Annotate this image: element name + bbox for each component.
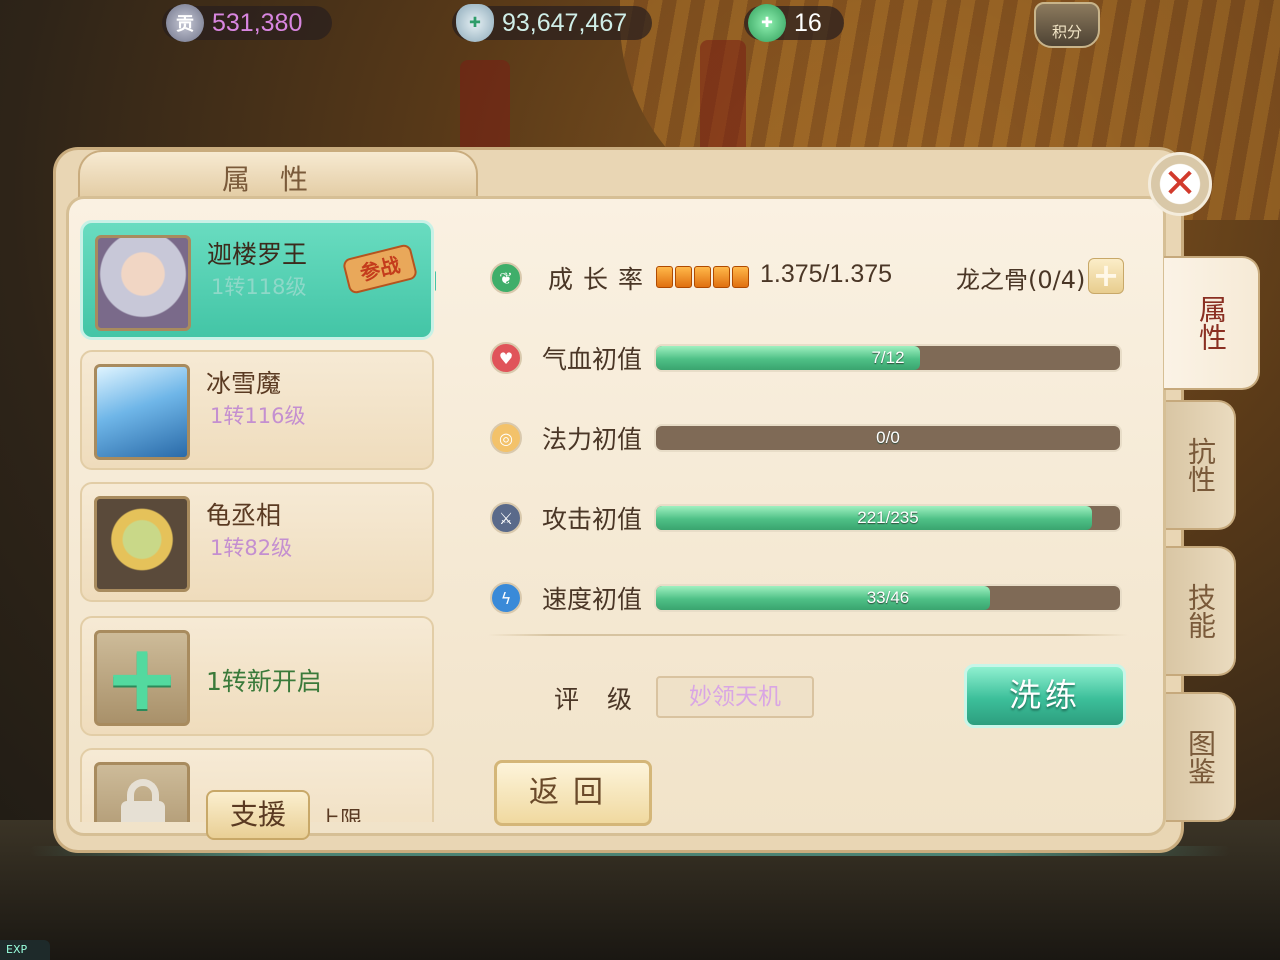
- pet-avatar-ice-demon: [94, 364, 190, 460]
- rating-value: 妙领天机: [656, 676, 814, 718]
- contribution-value: 531,380: [212, 8, 303, 37]
- add-dragon-bone-button[interactable]: +: [1088, 258, 1124, 294]
- stat-bar: 0/0: [654, 424, 1122, 452]
- pet-card-garuda[interactable]: 迦楼罗王 1转118级 参战: [80, 220, 436, 340]
- growth-pip: [656, 266, 673, 288]
- jade-coin-icon: ✚: [748, 4, 786, 42]
- stat-bar-value: 221/235: [857, 508, 919, 527]
- rating-label: 评级: [554, 685, 661, 714]
- sprout-icon: ❦: [490, 262, 522, 294]
- exp-tag: EXP: [0, 940, 50, 960]
- add-slot-icon: +: [94, 630, 190, 726]
- selected-arrow-icon: [435, 271, 436, 291]
- stat-row-atk: ⚔ 攻击初值 221/235: [488, 498, 1128, 538]
- silver-resource[interactable]: ✚ 93,647,467: [456, 4, 627, 42]
- growth-label: 成长率: [548, 265, 654, 294]
- tab-skills[interactable]: 技能: [1166, 546, 1236, 676]
- silver-value: 93,647,467: [502, 8, 628, 37]
- growth-pip: [675, 266, 692, 288]
- score-button[interactable]: 积分: [1034, 2, 1100, 48]
- pet-card-ice-demon[interactable]: 冰雪魔 1转116级: [80, 350, 434, 470]
- lightning-icon: ϟ: [490, 582, 522, 614]
- tab-attributes-label: 属性: [1195, 295, 1228, 351]
- pet-avatar-garuda: [95, 235, 191, 331]
- locked-slot-text: 上限: [318, 808, 363, 822]
- tab-skills-label: 技能: [1184, 583, 1217, 639]
- jade-resource[interactable]: ✚ 16: [748, 4, 822, 42]
- stat-bar-value: 33/46: [866, 588, 910, 607]
- stat-label: 气血初值: [542, 345, 643, 374]
- tab-handbook-label: 图鉴: [1184, 729, 1217, 785]
- pet-slot-unlock[interactable]: + 1转新开启: [80, 616, 434, 736]
- contribution-resource: 贡 531,380: [166, 4, 302, 42]
- pet-name: 冰雪魔: [206, 369, 282, 398]
- stat-label: 法力初值: [542, 425, 643, 454]
- add-jade-icon[interactable]: ✚: [761, 15, 773, 31]
- growth-pips: [656, 266, 749, 288]
- growth-pip: [732, 266, 749, 288]
- stat-bar-value: 7/12: [871, 348, 905, 367]
- battle-badge: 参战: [341, 243, 419, 295]
- score-label: 积分: [1051, 23, 1082, 41]
- pet-list[interactable]: 迦楼罗王 1转118级 参战 冰雪魔 1转116级 龟丞相 1转82级 + 1转…: [80, 218, 436, 822]
- pet-level: 1转116级: [210, 404, 306, 428]
- stat-bar: 33/46: [654, 584, 1122, 612]
- assist-button[interactable]: 支援: [206, 790, 310, 840]
- add-silver-icon[interactable]: ✚: [469, 15, 481, 31]
- stat-bar-value: 0/0: [876, 428, 900, 447]
- unlock-slot-label: 1转新开启: [206, 667, 322, 696]
- divider: [488, 634, 1128, 636]
- tab-attributes[interactable]: 属性: [1164, 256, 1260, 390]
- stat-row-mp: ◎ 法力初值 0/0: [488, 418, 1128, 458]
- tab-handbook[interactable]: 图鉴: [1166, 692, 1236, 822]
- tab-resistance-label: 抗性: [1184, 437, 1217, 493]
- mana-ring-icon: ◎: [490, 422, 522, 454]
- growth-pip: [694, 266, 711, 288]
- dragon-bone-label: 龙之骨(0/4): [956, 266, 1086, 294]
- heart-icon: ♥: [490, 342, 522, 374]
- jade-value: 16: [794, 8, 822, 37]
- pet-avatar-turtle-minister: [94, 496, 190, 592]
- lock-icon: [94, 762, 190, 822]
- close-icon: ✕: [1163, 161, 1197, 207]
- growth-row: ❦ 成长率 1.375/1.375 龙之骨(0/4) +: [488, 258, 1128, 298]
- wash-button[interactable]: 洗练: [964, 664, 1126, 728]
- pet-name: 迦楼罗王: [207, 240, 308, 269]
- tab-resistance[interactable]: 抗性: [1166, 400, 1236, 530]
- back-button[interactable]: 返回: [494, 760, 652, 826]
- stat-label: 速度初值: [542, 585, 643, 614]
- sword-icon: ⚔: [490, 502, 522, 534]
- pet-card-turtle-minister[interactable]: 龟丞相 1转82级: [80, 482, 434, 602]
- close-button[interactable]: ✕: [1148, 152, 1212, 216]
- stat-bar: 7/12: [654, 344, 1122, 372]
- pet-level: 1转82级: [210, 536, 293, 560]
- pet-level: 1转118级: [211, 275, 307, 299]
- growth-pip: [713, 266, 730, 288]
- contribution-coin-icon: 贡: [166, 4, 204, 42]
- stat-row-spd: ϟ 速度初值 33/46: [488, 578, 1128, 618]
- pet-name: 龟丞相: [206, 501, 282, 530]
- growth-value: 1.375/1.375: [760, 260, 893, 288]
- stat-bar: 221/235: [654, 504, 1122, 532]
- silver-ingot-icon: ✚: [456, 4, 494, 42]
- stat-row-hp: ♥ 气血初值 7/12: [488, 338, 1128, 378]
- panel-title: 属性: [221, 163, 338, 196]
- stat-label: 攻击初值: [542, 505, 643, 534]
